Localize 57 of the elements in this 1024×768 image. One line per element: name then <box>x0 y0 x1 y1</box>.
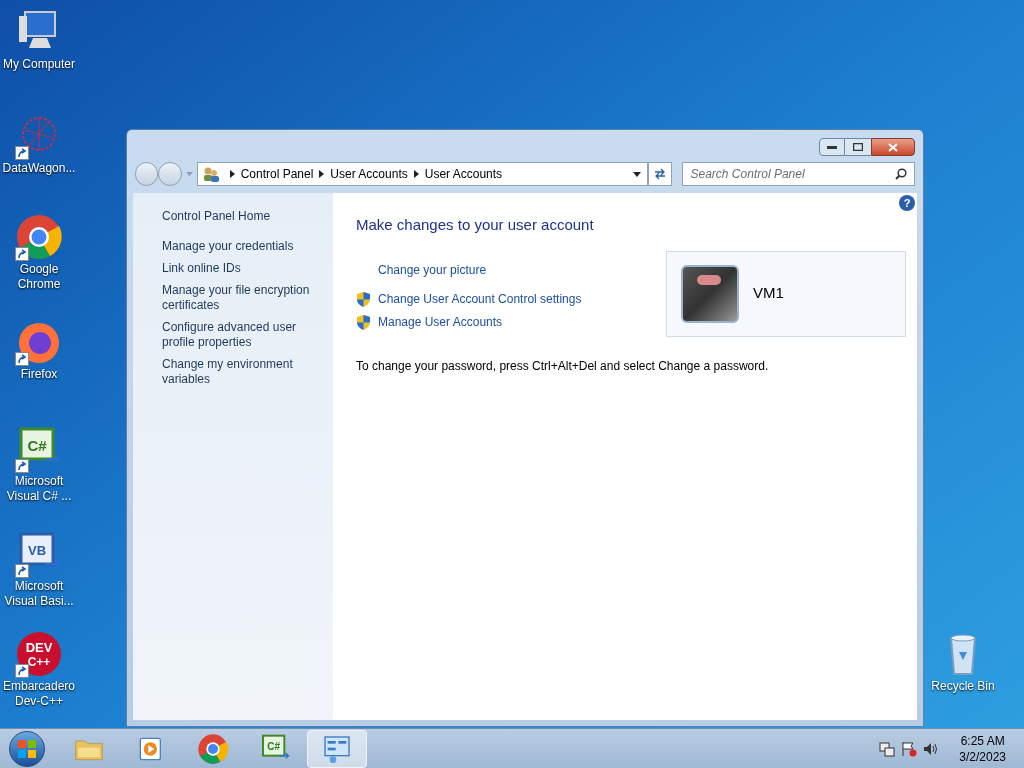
dropdown-arrow-icon <box>185 172 193 176</box>
refresh-icon <box>652 168 667 180</box>
task-link[interactable]: Manage User Accounts <box>378 313 503 331</box>
breadcrumb-arrow-icon <box>413 170 419 178</box>
shortcut-arrow-icon <box>15 146 29 160</box>
sidebar-link[interactable]: Link online IDs <box>162 261 325 276</box>
shortcut-arrow-icon <box>15 352 29 366</box>
sidebar-link[interactable]: Control Panel Home <box>162 207 325 225</box>
breadcrumb-arrow-icon <box>229 170 235 178</box>
sidebar-link[interactable]: Configure advanced user profile properties <box>162 320 325 350</box>
chrome-icon <box>197 732 229 765</box>
user-picture <box>681 264 739 323</box>
dev-cpp-icon: DEV C++ <box>15 630 63 678</box>
chrome-icon <box>15 213 63 261</box>
close-button[interactable] <box>871 138 915 156</box>
breadcrumb-item[interactable]: Control Panel <box>240 165 314 183</box>
dropdown-arrow-icon <box>633 171 642 177</box>
windows-logo-icon <box>18 739 36 758</box>
sidebar-link[interactable]: Manage your file encryption certificates <box>162 283 325 313</box>
task-link[interactable]: Change User Account Control settings <box>378 290 582 308</box>
desktop-icon[interactable]: DataWagon... <box>0 112 78 176</box>
users-icon <box>201 166 220 182</box>
desktop-icon[interactable]: My Computer <box>0 8 78 72</box>
taskbar-button[interactable] <box>307 729 367 768</box>
maximize-icon <box>853 143 863 151</box>
desktop-icon[interactable]: Firefox <box>0 318 78 382</box>
desktop-icon[interactable]: VB Microsoft Visual Basi... <box>0 530 78 609</box>
clock[interactable]: 6:25 AM 3/2/2023 <box>959 732 1006 765</box>
desktop-icon[interactable]: DEV C++ Embarcadero Dev-C++ <box>0 630 78 709</box>
address-bar[interactable]: Control Panel User Accounts User Accounts <box>196 162 649 186</box>
flag-icon[interactable] <box>901 740 918 757</box>
task-link[interactable]: Change your picture <box>378 261 487 279</box>
shortcut-arrow-icon <box>15 247 29 261</box>
taskbar-button[interactable]: C# <box>245 729 305 768</box>
breadcrumb-item[interactable]: User Accounts <box>424 165 503 183</box>
minimize-button[interactable] <box>819 138 845 156</box>
minimize-icon <box>827 145 837 149</box>
desktop-icon[interactable]: C# Microsoft Visual C# ... <box>0 425 78 504</box>
breadcrumb-arrow-icon <box>319 170 325 178</box>
desktop-icon[interactable]: Google Chrome <box>0 213 78 292</box>
search-field[interactable]: Search Control Panel <box>681 162 915 186</box>
network-icon[interactable] <box>879 740 896 757</box>
page-heading: Make changes to your user account <box>356 215 595 235</box>
shortcut-arrow-icon <box>15 564 29 578</box>
breadcrumb-item[interactable]: User Accounts <box>330 165 408 183</box>
shortcut-arrow-icon <box>15 459 29 473</box>
help-button[interactable]: ? <box>899 195 915 211</box>
search-icon <box>895 168 907 180</box>
start-button[interactable] <box>9 730 45 767</box>
maximize-button[interactable] <box>845 138 871 156</box>
password-note: To change your password, press Ctrl+Alt+Del and select Change a password. <box>356 357 770 375</box>
refresh-button[interactable] <box>648 162 672 186</box>
sidebar-link[interactable]: Manage your credentials <box>162 239 325 254</box>
shortcut-arrow-icon <box>15 664 29 678</box>
close-icon <box>888 142 898 152</box>
sidebar-link[interactable]: Change my environment variables <box>162 357 325 387</box>
account-name: VM1 <box>753 283 784 304</box>
